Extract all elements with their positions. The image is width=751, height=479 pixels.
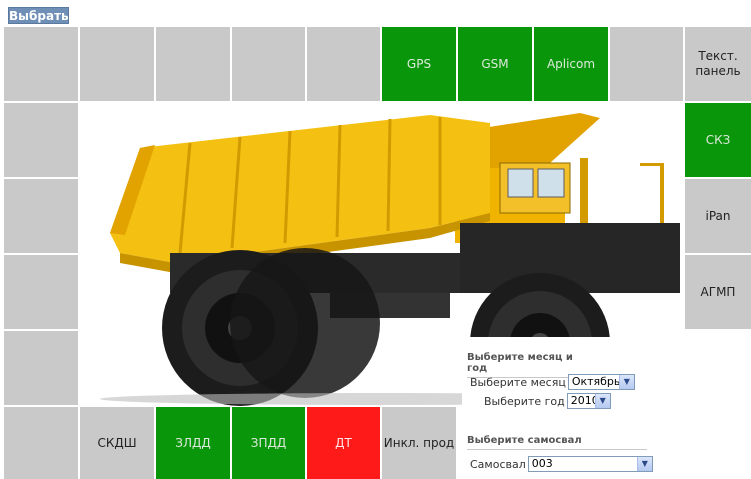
status-cell-bottom-1[interactable] [4, 407, 78, 479]
select-button[interactable]: Выбрать [8, 7, 69, 24]
status-cell-label: GPS [406, 56, 432, 71]
status-cell-left-1[interactable] [4, 103, 78, 177]
status-cell-left-2[interactable] [4, 179, 78, 253]
status-cell-gps[interactable]: GPS [382, 27, 456, 101]
truck-heading: Выберите самосвал [467, 435, 647, 450]
status-cell-label: АГМП [700, 284, 736, 299]
selection-panel: Выберите месяц и год Выберите месяц Октя… [462, 337, 751, 479]
status-cell-label: GSM [481, 56, 509, 71]
status-cell-gsm[interactable]: GSM [458, 27, 532, 101]
month-label: Выберите месяц [470, 375, 566, 389]
status-cell-label: ДТ [335, 435, 352, 450]
status-cell-zldd[interactable]: ЗЛДД [156, 407, 230, 479]
status-cell-label: iPan [705, 208, 731, 223]
status-cell-label: СКДШ [97, 435, 137, 450]
status-cell-left-4[interactable] [4, 331, 78, 405]
status-cell-agmp[interactable]: АГМП [685, 255, 751, 329]
status-cell-top-2[interactable] [80, 27, 154, 101]
status-cell-label: ЗЛДД [175, 435, 211, 450]
status-cell-skz[interactable]: СКЗ [685, 103, 751, 177]
year-select[interactable]: 2010 ▼ [566, 393, 611, 409]
status-cell-incl-prod[interactable]: Инкл. прод [382, 407, 456, 479]
status-cell-aplicom[interactable]: Aplicom [534, 27, 608, 101]
status-cell-left-3[interactable] [4, 255, 78, 329]
truck-label: Самосвал [470, 457, 526, 471]
status-cell-top-9[interactable] [610, 27, 683, 101]
status-cell-label: Текст. панель [695, 49, 741, 78]
month-value: Октябрь [571, 375, 621, 388]
status-cell-text-panel[interactable]: Текст. панель [685, 27, 751, 101]
status-cell-top-3[interactable] [156, 27, 230, 101]
chevron-down-icon[interactable]: ▼ [636, 457, 652, 471]
status-cell-top-4[interactable] [232, 27, 305, 101]
status-cell-ipan[interactable]: iPan [685, 179, 751, 253]
year-label: Выберите год [484, 394, 565, 408]
status-cell-top-5[interactable] [307, 27, 380, 101]
status-cell-label: СКЗ [705, 132, 731, 147]
status-cell-label: ЗПДД [250, 435, 287, 450]
truck-value: 003 [531, 457, 553, 470]
chevron-down-icon[interactable]: ▼ [594, 394, 610, 408]
status-cell-top-1[interactable] [4, 27, 78, 101]
status-cell-label: Aplicom [546, 56, 596, 71]
status-cell-label: Инкл. прод [383, 435, 455, 450]
truck-select[interactable]: 003 ▼ [527, 456, 653, 472]
chevron-down-icon[interactable]: ▼ [618, 375, 634, 389]
status-cell-dt[interactable]: ДТ [307, 407, 380, 479]
status-cell-skdsh[interactable]: СКДШ [80, 407, 154, 479]
month-select[interactable]: Октябрь ▼ [567, 374, 635, 390]
status-cell-zpdd[interactable]: ЗПДД [232, 407, 305, 479]
